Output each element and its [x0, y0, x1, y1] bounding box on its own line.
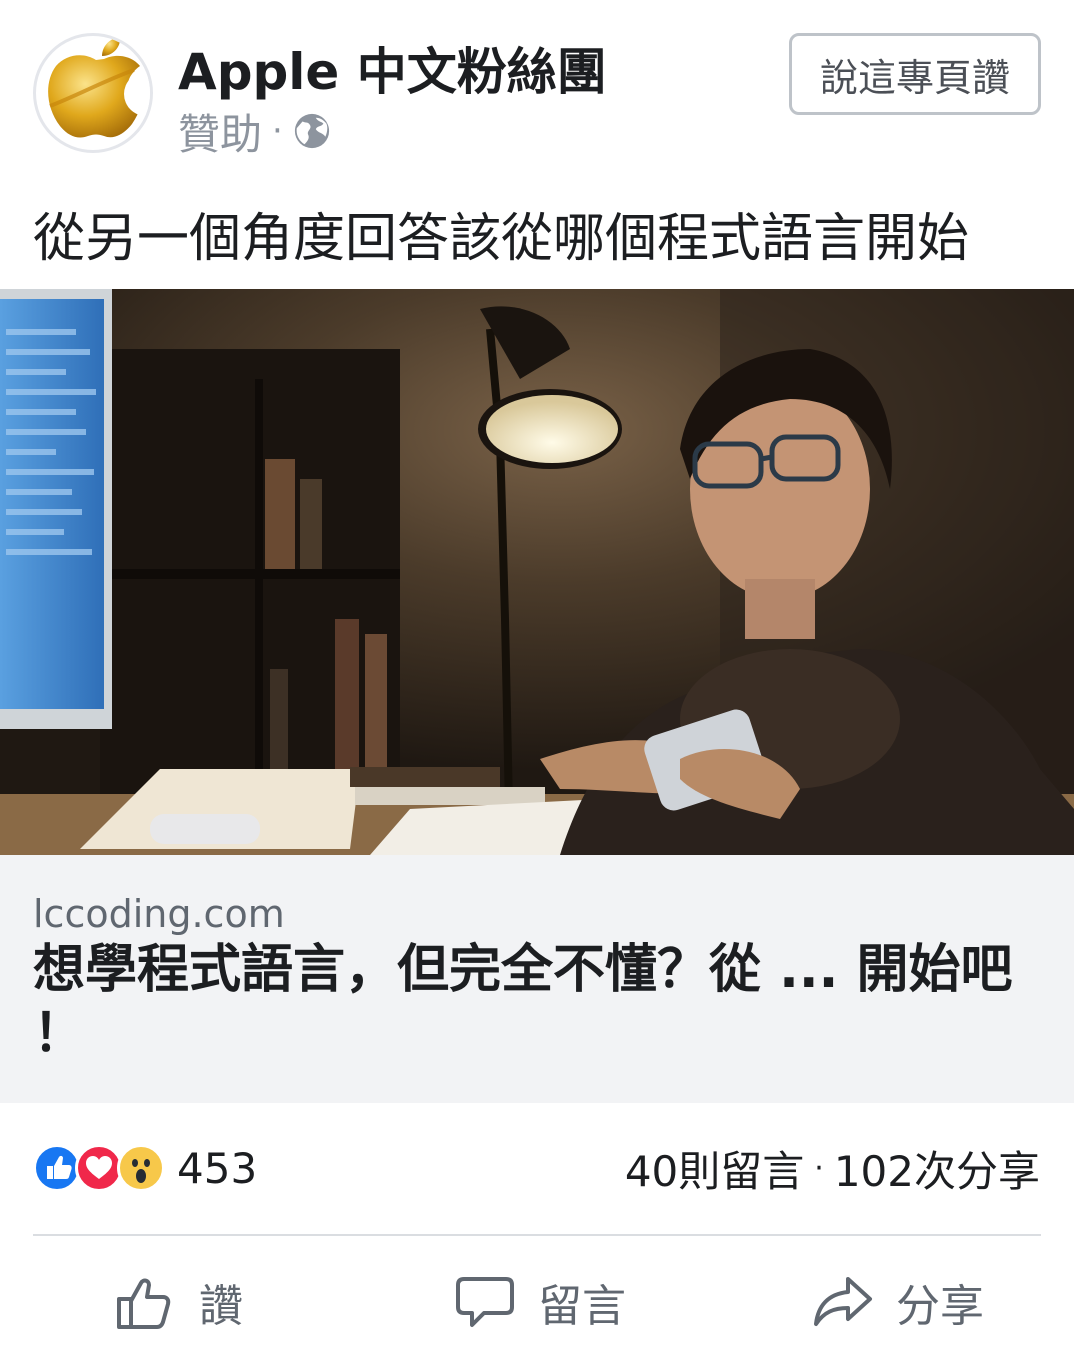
link-preview-image[interactable]	[0, 289, 1074, 855]
like-page-button[interactable]: 說這專頁讚	[789, 33, 1041, 115]
apple-gold-logo-icon	[48, 37, 150, 138]
share-label: 分享	[896, 1281, 984, 1332]
post-header: Apple 中文粉絲團 贊助 · 說這專頁讚	[0, 0, 1074, 180]
action-bar: 讚 留言 分享	[0, 1236, 1074, 1366]
like-button[interactable]: 讚	[115, 1266, 243, 1338]
thumbs-up-icon	[117, 1278, 171, 1329]
engagement-stats: 40則留言 · 102次分享	[625, 1140, 1040, 1196]
student-at-desk-photo	[0, 289, 1074, 855]
reaction-count[interactable]: 453	[177, 1144, 257, 1193]
wow-reaction-icon	[117, 1144, 165, 1192]
post-meta: 贊助 ·	[178, 106, 331, 159]
globe-icon[interactable]	[293, 112, 331, 150]
sponsored-label: 贊助	[178, 109, 263, 159]
like-label: 讚	[199, 1281, 243, 1332]
comment-label: 留言	[538, 1281, 626, 1332]
comment-button[interactable]: 留言	[454, 1266, 626, 1338]
comment-bubble-icon	[456, 1277, 514, 1327]
like-reaction-icon	[33, 1144, 81, 1192]
link-domain: lccoding.com	[33, 892, 285, 936]
share-count[interactable]: 102次分享	[834, 1138, 1040, 1199]
page-name[interactable]: Apple 中文粉絲團	[178, 32, 607, 104]
reaction-summary[interactable]: 453	[33, 1140, 257, 1196]
page-avatar[interactable]	[33, 33, 153, 153]
share-arrow-icon	[814, 1277, 872, 1326]
share-button[interactable]: 分享	[812, 1266, 984, 1338]
stats-separator: ·	[814, 1150, 824, 1186]
post-text: 從另一個角度回答該從哪個程式語言開始	[33, 209, 970, 269]
love-reaction-icon	[75, 1144, 123, 1192]
link-title[interactable]: 想學程式語言，但完全不懂？從 ... 開始吧 ！	[33, 938, 1023, 1066]
comment-count[interactable]: 40則留言	[625, 1138, 804, 1199]
meta-separator: ·	[272, 111, 283, 151]
